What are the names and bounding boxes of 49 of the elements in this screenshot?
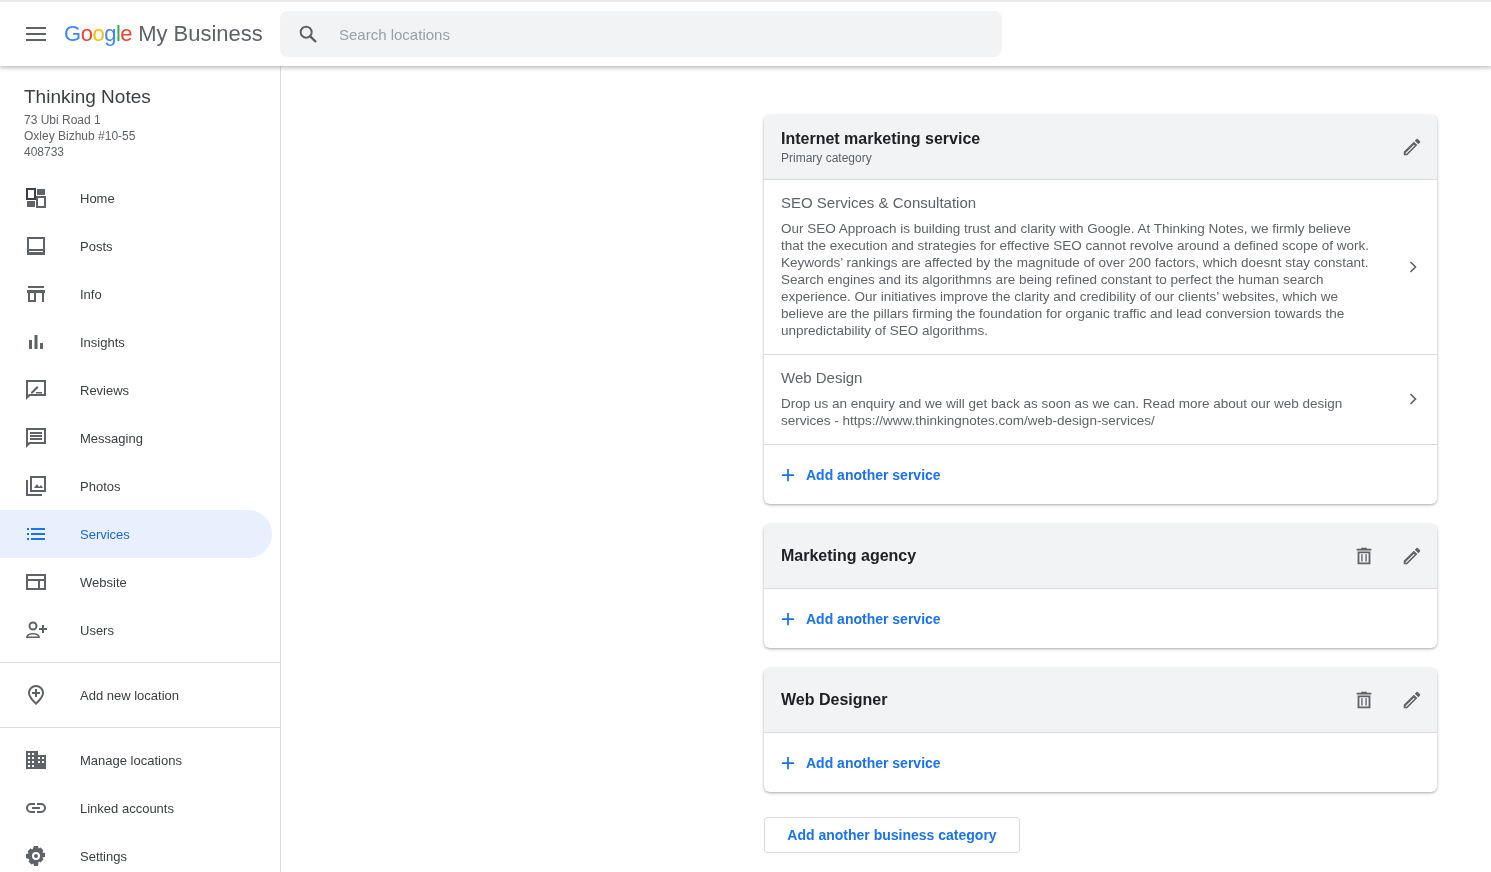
plus-icon (781, 467, 795, 482)
address-line: 73 Ubi Road 1 (24, 112, 102, 128)
search-field[interactable]: Search locations (280, 11, 1002, 57)
review-icon (24, 378, 48, 402)
service-description: Drop us an enquiry and we will get back as soon as we can. Read more about our web design services - https://www.thinkingnotes.com/web-design-services/ (781, 395, 1344, 429)
nav-item[interactable]: Messaging (0, 414, 272, 462)
service-name: Web Design (781, 369, 864, 386)
nav-item[interactable]: Insights (0, 318, 272, 366)
nav-item[interactable]: Info (0, 270, 272, 318)
edit-icon[interactable] (1401, 136, 1423, 158)
nav-item[interactable]: Settings (0, 832, 272, 872)
nav-item[interactable]: Users (0, 606, 272, 654)
nav-item[interactable]: Manage locations (0, 736, 272, 784)
service-row[interactable]: Web Design Drop us an enquiry and we will get back as soon as we can. Read more about our web design services - https://www.thinkingnotes.com/web-design-services/ (764, 355, 1437, 445)
message-icon (24, 426, 48, 450)
address-line: Oxley Bizhub #10-55 (24, 128, 137, 144)
nav-item[interactable]: Reviews (0, 366, 272, 414)
posts-icon (24, 234, 48, 258)
add-category-button[interactable]: Add another business category (764, 817, 1020, 853)
nav-item[interactable]: Posts (0, 222, 272, 270)
gear-icon (24, 844, 48, 868)
nav-item[interactable]: Photos (0, 462, 272, 510)
nav-item[interactable]: Linked accounts (0, 784, 272, 832)
address-line: 408733 (24, 144, 66, 160)
edit-icon[interactable] (1401, 545, 1423, 567)
business-name: Thinking Notes (24, 86, 152, 108)
category-subtitle: Primary category (781, 150, 873, 165)
plus-icon (781, 611, 795, 626)
building-icon (24, 748, 48, 772)
service-name: SEO Services & Consultation (781, 194, 978, 211)
menu-icon[interactable] (26, 27, 46, 41)
search-input[interactable]: Search locations (337, 24, 1002, 44)
plus-icon (781, 755, 795, 770)
add-service-button[interactable]: Add another service (781, 754, 941, 771)
category-name: Web Designer (781, 691, 889, 709)
add-service-button[interactable]: Add another service (781, 466, 941, 483)
category-name: Marketing agency (781, 547, 918, 565)
edit-icon[interactable] (1401, 689, 1423, 711)
add-service-button[interactable]: Add another service (781, 610, 941, 627)
nav-item[interactable]: Services (0, 510, 272, 558)
category-name: Internet marketing service (781, 129, 982, 148)
dashboard-icon (24, 186, 48, 210)
nav-item[interactable]: Website (0, 558, 272, 606)
nav-item[interactable]: Home (0, 174, 272, 222)
logo[interactable]: Google My Business (64, 21, 280, 47)
nav-item[interactable]: Add new location (0, 671, 272, 719)
photos-icon (24, 474, 48, 498)
service-description: Our SEO Approach is building trust and clarity with Google. At Thinking Notes, we firmly believe that the execution and strategies for effective SEO cannot revolve around a defined scope of work. Keywords’ rankings are affected by the magnitude of over 200 factors, which doesnt stay constant. Search engines and its algorithmns are being refined constant to perfect the human search experience. Our initiatives improve the clarity and credibility of our clients’ websites, which we believe are the pillars firming the foundation for organic traffic and lead conversion towards the unpredictability of SEO algorithms. (781, 220, 1371, 339)
search-icon (297, 23, 319, 45)
